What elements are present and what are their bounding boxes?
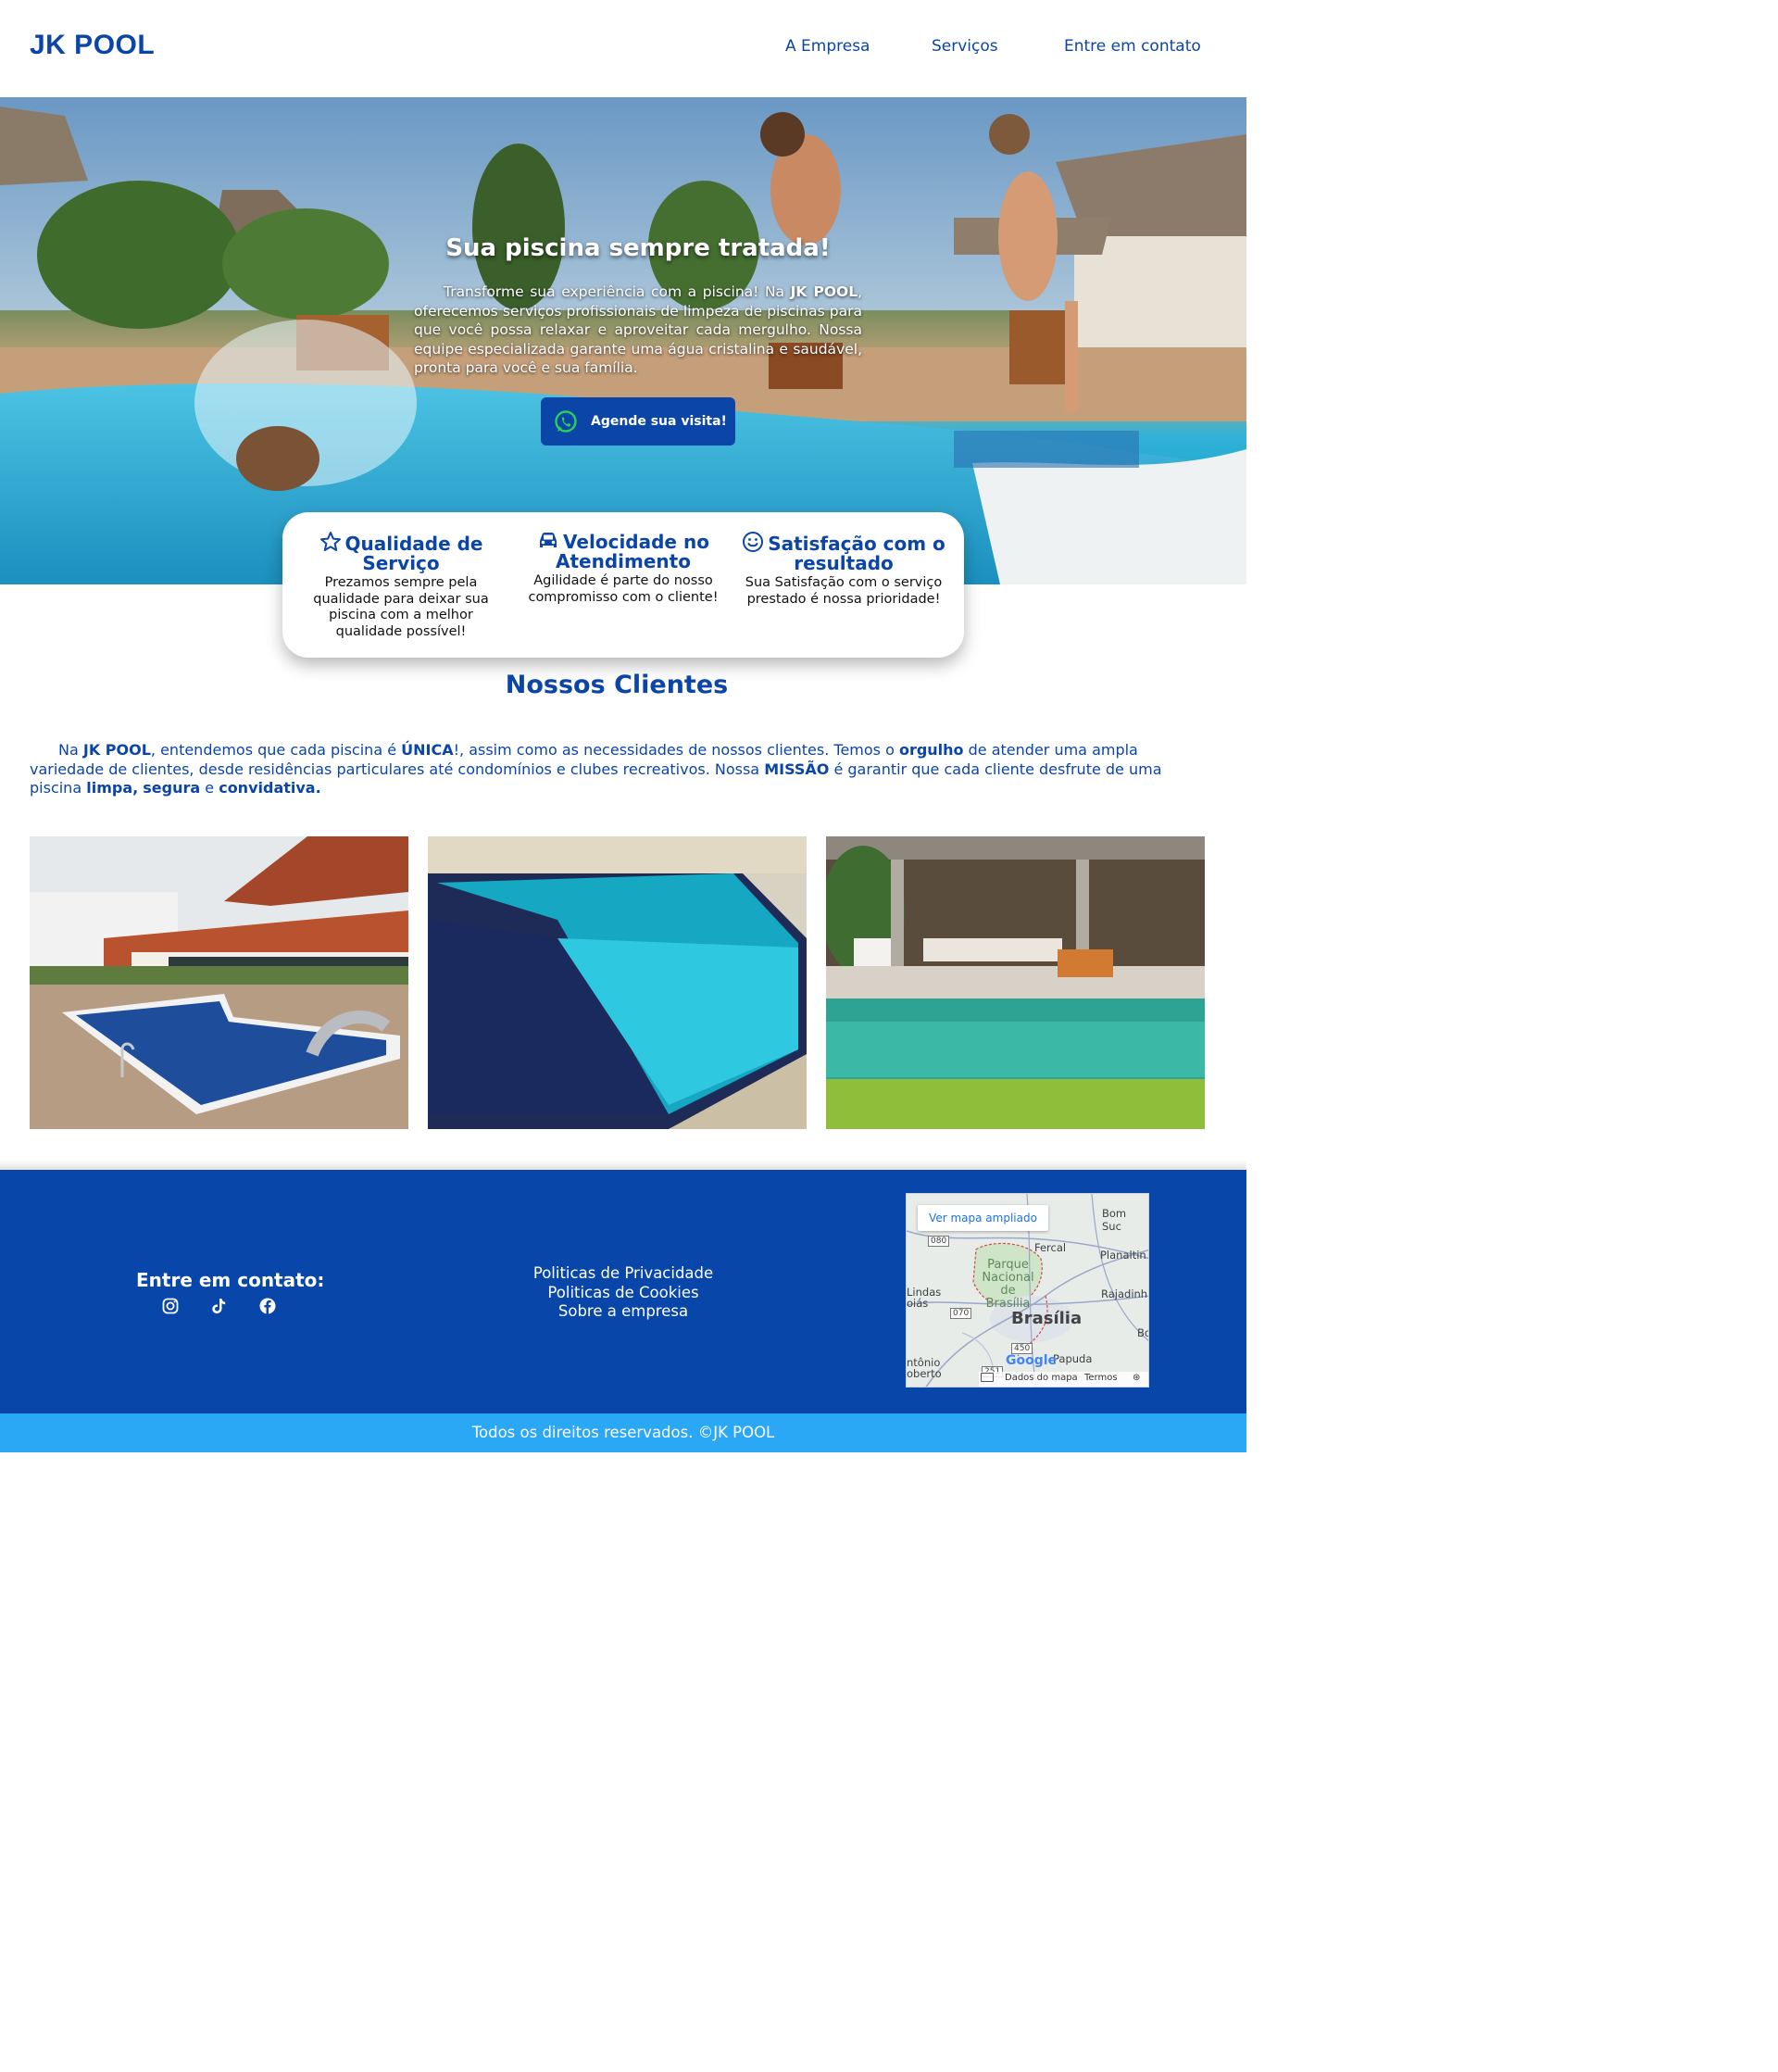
map-label: Fercal (1034, 1241, 1067, 1254)
map-label-park: Parque Nacional de Brasília (982, 1258, 1034, 1311)
map-label: ntônio oberto (907, 1356, 942, 1380)
logo[interactable]: JK POOL (30, 30, 155, 61)
copyright-bar: Todos os direitos reservados. ©JK POOL (0, 1413, 1246, 1452)
instagram-icon[interactable] (161, 1297, 180, 1315)
map-expand-button[interactable]: Ver mapa ampliado (918, 1205, 1048, 1231)
report-icon[interactable]: ⊛ (1133, 1373, 1140, 1383)
map-label: Bo (1137, 1326, 1148, 1339)
nav-link-contato[interactable]: Entre em contato (1064, 37, 1201, 56)
google-logo: Google (1006, 1353, 1058, 1368)
feature-quality: Qualidade de Serviço Prezamos sempre pel… (299, 531, 503, 640)
feature-title: Satisfação com o resultado (768, 533, 945, 574)
hero-description: Transforme sua experiência com a piscina… (414, 283, 863, 376)
client-photo-tiled-pool (428, 836, 807, 1129)
star-icon (319, 532, 341, 551)
site-footer: Entre em contato: Politicas de Privacida… (0, 1170, 1246, 1413)
map-road-shield: 080 (928, 1236, 950, 1247)
about-company-link[interactable]: Sobre a empresa (500, 1302, 746, 1322)
feature-speed: Velocidade no Atendimento Agilidade é pa… (521, 531, 725, 606)
client-photo-residence-pool (30, 836, 408, 1129)
map-label: Papuda (1053, 1352, 1093, 1365)
feature-description: Agilidade é parte do nosso compromisso c… (528, 573, 719, 605)
hero-brand: JK POOL (790, 283, 858, 300)
smile-icon (743, 532, 764, 552)
map-road-shield: 070 (950, 1308, 972, 1319)
map-label-city: Brasília (1011, 1309, 1083, 1328)
map-data-link[interactable]: Dados do mapa (1005, 1373, 1078, 1383)
whatsapp-icon (555, 410, 577, 433)
site-header: JK POOL A Empresa Serviços Entre em cont… (0, 0, 1246, 97)
keyboard-icon[interactable] (981, 1373, 994, 1382)
map-attribution: Dados do mapa Termos ⊛ (979, 1372, 1148, 1387)
schedule-visit-button[interactable]: Agende sua visita! (541, 397, 735, 446)
feature-description: Prezamos sempre pela qualidade para deix… (313, 575, 489, 639)
hero-title: Sua piscina sempre tratada! (445, 234, 831, 262)
schedule-visit-label: Agende sua visita! (591, 414, 727, 429)
car-icon (540, 533, 557, 547)
nav-link-servicos[interactable]: Serviços (932, 37, 998, 56)
feature-satisfaction: Satisfação com o resultado Sua Satisfaçã… (742, 531, 945, 608)
contact-title: Entre em contato: (136, 1269, 325, 1291)
map-label: Bom Suc (1102, 1207, 1127, 1233)
features-card: Qualidade de Serviço Prezamos sempre pel… (282, 512, 964, 658)
footer-links: Politicas de Privacidade Politicas de Co… (500, 1264, 746, 1322)
feature-title: Qualidade de Serviço (344, 533, 483, 574)
map-label: Lindas oiás (907, 1286, 942, 1310)
nav-link-empresa[interactable]: A Empresa (785, 37, 870, 56)
facebook-icon[interactable] (258, 1297, 277, 1315)
tiktok-icon[interactable] (209, 1297, 228, 1315)
feature-title: Velocidade no Atendimento (556, 531, 709, 572)
map-label: Planaltin (1100, 1249, 1146, 1262)
map-terms-link[interactable]: Termos (1084, 1373, 1118, 1383)
embedded-map[interactable]: Ver mapa ampliado Bom Suc Fercal Planalt… (906, 1193, 1149, 1388)
map-label: Rajadinh (1101, 1287, 1148, 1300)
feature-description: Sua Satisfação com o serviço prestado é … (745, 575, 943, 607)
privacy-policy-link[interactable]: Politicas de Privacidade (500, 1264, 746, 1284)
cookie-policy-link[interactable]: Politicas de Cookies (500, 1284, 746, 1303)
clients-description: Na JK POOL, entendemos que cada piscina … (30, 741, 1162, 797)
client-photo-modern-pool (826, 836, 1205, 1129)
clients-title: Nossos Clientes (505, 671, 729, 699)
